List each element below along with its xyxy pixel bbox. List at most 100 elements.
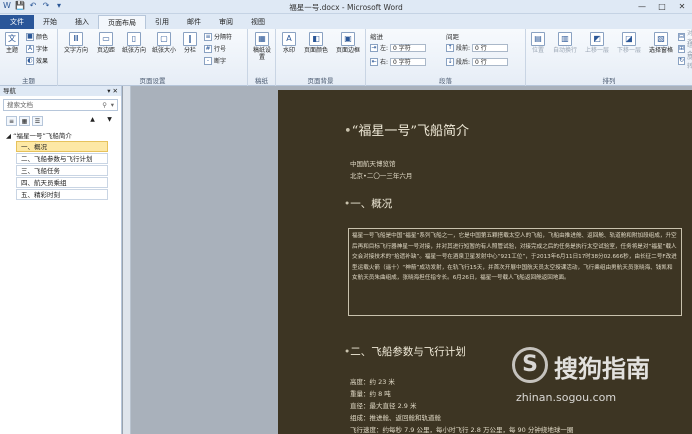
spacing-label: 间距 <box>446 33 459 41</box>
spacing-after-control: ↓ 段后: 0 行 <box>446 57 509 66</box>
indent-left-input[interactable]: 0 字符 <box>390 43 427 52</box>
nav-heading-item[interactable]: 一、概况 <box>16 141 108 152</box>
next-heading-icon[interactable]: ▼ <box>104 115 115 125</box>
spec-line: 高度：约 23 米 <box>350 378 395 386</box>
document-date: 北京•二〇一三年六月 <box>350 172 413 180</box>
spacing-before-control: ↑ 段前: 0 行 <box>446 43 509 52</box>
effects-icon: ◐ <box>26 56 34 65</box>
heading-params: •二、飞船参数与飞行计划 <box>344 346 466 358</box>
tab-review[interactable]: 审阅 <box>210 15 242 29</box>
tab-mailings[interactable]: 邮件 <box>178 15 210 29</box>
text-direction-icon: Ⅲ <box>69 32 83 46</box>
navigation-view-tabs: ≡ ▦ ☰ ▲ ▼ <box>6 115 115 127</box>
nav-heading-item[interactable]: 二、飞船参数与飞行计划 <box>16 153 108 164</box>
breaks-button[interactable]: ≡ 分隔符 <box>204 32 232 41</box>
heading-tree: ◢ “福星一号”飞船简介 一、概况 二、飞船参数与飞行计划 三、飞船任务 四、航… <box>6 131 121 200</box>
vertical-ruler <box>123 86 131 434</box>
watermark-icon: A <box>282 32 296 46</box>
text-direction-button[interactable]: Ⅲ 文字方向 <box>62 32 90 54</box>
fonts-icon: A <box>26 44 34 53</box>
nav-heading-item[interactable]: 三、飞船任务 <box>16 165 108 176</box>
watermark-url: zhinan.sogou.com <box>516 391 617 404</box>
tab-file[interactable]: 文件 <box>0 15 34 29</box>
maximize-button[interactable]: □ <box>652 0 672 13</box>
spacing-after-input[interactable]: 0 行 <box>472 57 509 66</box>
theme-fonts-button[interactable]: A 字体 <box>26 44 48 53</box>
spacing-before-icon: ↑ <box>446 43 454 52</box>
draft-settings-button[interactable]: ▦ 稿纸设置 <box>252 32 272 61</box>
selection-pane-button[interactable]: ▧ 选择窗格 <box>646 32 676 54</box>
rotate-button[interactable]: ↻ 旋转 <box>678 54 692 70</box>
results-view-icon[interactable]: ☰ <box>32 116 43 126</box>
page-borders-button[interactable]: ▣ 页面边框 <box>333 32 363 54</box>
navigation-title: 导航 <box>3 87 16 95</box>
wrap-text-icon: ▥ <box>558 32 572 46</box>
tab-page-layout[interactable]: 页面布局 <box>98 15 146 29</box>
page-color-icon: ◧ <box>309 32 323 46</box>
orientation-icon: ▯ <box>127 32 141 46</box>
search-options-icon[interactable]: ▾ <box>111 100 114 111</box>
tree-root-item[interactable]: ◢ “福星一号”飞船简介 <box>6 131 121 141</box>
sogou-watermark: S 搜狗指南 zhinan.sogou.com <box>512 345 687 415</box>
spec-line: 组成：推进舱、返回舱和轨道舱 <box>350 414 441 422</box>
page-size-icon: ▢ <box>157 32 171 46</box>
position-button[interactable]: ▤ 位置 <box>528 32 548 54</box>
document-organization: 中国航天博览馆 <box>350 160 396 168</box>
send-backward-button[interactable]: ◪ 下移一层 <box>614 32 644 54</box>
theme-group-label: 主题 <box>22 77 35 85</box>
navigation-header: 导航 ▾ ✕ <box>0 86 121 96</box>
wrap-text-button[interactable]: ▥ 自动换行 <box>550 32 580 54</box>
position-icon: ▤ <box>531 32 545 46</box>
search-icon[interactable]: ⚲ <box>102 100 107 111</box>
ribbon-tabs: 文件 开始 插入 页面布局 引用 邮件 审阅 视图 <box>0 14 692 29</box>
close-navigation-icon[interactable]: ▾ ✕ <box>107 86 118 96</box>
send-backward-icon: ◪ <box>622 32 636 46</box>
page-background-group-label: 页面背景 <box>307 77 334 85</box>
theme-colors-button[interactable]: ■ 颜色 <box>26 32 48 41</box>
columns-button[interactable]: ‖ 分栏 <box>180 32 200 54</box>
line-numbers-button[interactable]: # 行号 <box>204 44 226 53</box>
tab-view[interactable]: 视图 <box>242 15 274 29</box>
colors-icon: ■ <box>26 32 34 41</box>
theme-button[interactable]: 文 主题 <box>3 32 21 54</box>
bring-forward-icon: ◩ <box>590 32 604 46</box>
spacing-before-input[interactable]: 0 行 <box>472 43 509 52</box>
indent-left-icon: ⇥ <box>370 43 378 52</box>
sogou-logo: S <box>512 347 548 383</box>
page-color-button[interactable]: ◧ 页面颜色 <box>302 32 330 54</box>
hyphenation-button[interactable]: - 断字 <box>204 56 226 65</box>
orientation-button[interactable]: ▯ 纸张方向 <box>120 32 148 54</box>
nav-heading-item[interactable]: 五、精彩时刻 <box>16 189 108 200</box>
tab-insert[interactable]: 插入 <box>66 15 98 29</box>
draft-paper-icon: ▦ <box>255 32 269 46</box>
theme-effects-button[interactable]: ◐ 效果 <box>26 56 48 65</box>
nav-heading-item[interactable]: 四、航天员乘组 <box>16 177 108 188</box>
tab-home[interactable]: 开始 <box>34 15 66 29</box>
previous-heading-icon[interactable]: ▲ <box>87 115 98 125</box>
navigation-pane: 导航 ▾ ✕ 搜索文档 ⚲ ▾ ≡ ▦ ☰ ▲ ▼ ◢ “福星一号”飞船简介 一、… <box>0 86 122 434</box>
minimize-button[interactable]: — <box>632 0 652 13</box>
theme-group: 文 主题 ■ 颜色 A 字体 ◐ 效果 主题 <box>0 29 58 86</box>
indent-right-icon: ⇤ <box>370 57 378 66</box>
indent-right-input[interactable]: 0 字符 <box>390 57 427 66</box>
watermark-brand: 搜狗指南 <box>554 355 650 383</box>
spec-line: 直径：最大直径 2.9 米 <box>350 402 417 410</box>
watermark-button[interactable]: A 水印 <box>279 32 299 54</box>
page-background-group: A 水印 ◧ 页面颜色 ▣ 页面边框 页面背景 <box>276 29 366 86</box>
headings-view-icon[interactable]: ≡ <box>6 116 17 126</box>
title-bar: W 💾 ↶ ↷ ▾ 福星一号.docx - Microsoft Word — □… <box>0 0 692 14</box>
tab-references[interactable]: 引用 <box>146 15 178 29</box>
pages-view-icon[interactable]: ▦ <box>19 116 30 126</box>
rotate-icon: ↻ <box>678 56 686 65</box>
breaks-icon: ≡ <box>204 32 212 41</box>
close-button[interactable]: ✕ <box>672 0 692 13</box>
indent-label: 缩进 <box>370 33 383 41</box>
size-button[interactable]: ▢ 纸张大小 <box>150 32 178 54</box>
search-document-input[interactable]: 搜索文档 ⚲ ▾ <box>3 99 118 111</box>
ribbon: 文 主题 ■ 颜色 A 字体 ◐ 效果 主题 Ⅲ 文字方向 ▭ 页边距 ▯ 纸张方向 ▢ 纸张… <box>0 29 692 86</box>
spec-line: 飞行速度：约每秒 7.9 公里，每小时飞行 2.8 万公里，每 90 分钟绕地球… <box>350 426 574 434</box>
bring-forward-button[interactable]: ◩ 上移一层 <box>582 32 612 54</box>
margins-button[interactable]: ▭ 页边距 <box>94 32 118 54</box>
draft-group-label: 稿纸 <box>255 77 268 85</box>
overview-paragraph[interactable]: 福星一号飞船是中国“福星”系列飞船之一，它是中国第五颗搭载太空人的飞船，飞船由推… <box>348 228 682 316</box>
